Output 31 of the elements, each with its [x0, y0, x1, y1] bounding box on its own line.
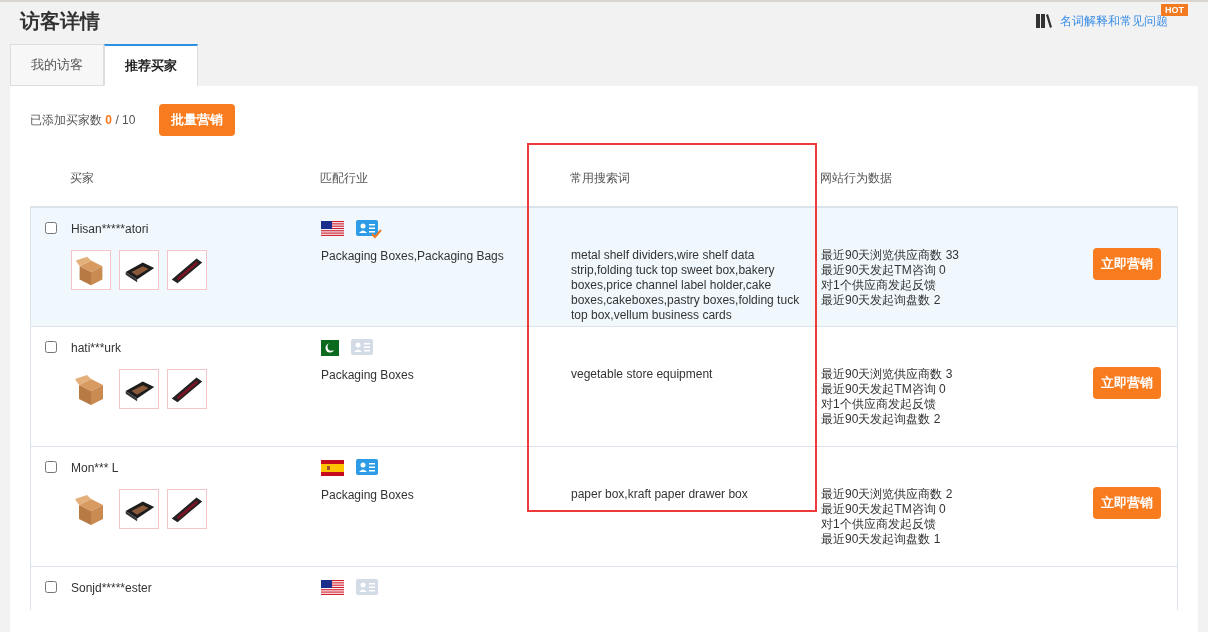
books-icon: [1036, 14, 1052, 28]
row-checkbox[interactable]: [45, 222, 57, 234]
column-header: 匹配行业: [320, 170, 369, 187]
search-terms: metal shelf dividers,wire shelf data strip,folding tuck top sweet box,bakery boxes,price channel label holder,cake boxes,cakeboxes,pastry boxes,folding tuck top box,vellum business cards: [571, 248, 801, 323]
search-terms: paper box,kraft paper drawer box: [571, 487, 749, 502]
market-now-button[interactable]: 立即营销: [1093, 487, 1161, 519]
behavior-stats: 最近90天浏览供应商数 3 最近90天发起TM咨询 0 对1个供应商发起反馈 最近90天发起询盘数 2: [821, 367, 954, 427]
behavior-stats: 最近90天浏览供应商数 2 最近90天发起TM咨询 0 对1个供应商发起反馈 最近90天发起询盘数 1: [821, 487, 954, 547]
tab[interactable]: 推荐买家: [104, 44, 198, 86]
column-header: 常用搜索词: [570, 170, 631, 187]
column-header: 网站行为数据: [820, 170, 893, 187]
added-buyers-count: 已添加买家数 0 / 10: [30, 112, 136, 129]
industry-text: Packaging Boxes,Packaging Bags: [321, 248, 505, 265]
market-now-button[interactable]: 立即营销: [1093, 248, 1161, 280]
behavior-stats: 最近90天浏览供应商数 33 最近90天发起TM咨询 0 对1个供应商发起反馈 最近90天发起询盘数 2: [821, 248, 961, 308]
page-title: 访客详情: [20, 9, 100, 34]
search-terms: vegetable store equipment: [571, 367, 714, 382]
industry-text: Packaging Boxes: [321, 487, 415, 504]
row-checkbox[interactable]: [45, 581, 57, 593]
buyer-name: Sonjd*****ester: [71, 580, 152, 597]
industry-text: Packaging Boxes: [321, 367, 415, 384]
buyer-name: Mon*** L: [71, 460, 120, 477]
column-header: 买家: [70, 170, 95, 187]
buyer-name: Hisan*****atori: [71, 221, 150, 238]
row-checkbox[interactable]: [45, 341, 57, 353]
tab[interactable]: 我的访客: [10, 44, 104, 86]
buyer-name: hati***urk: [71, 340, 123, 357]
row-checkbox[interactable]: [45, 461, 57, 473]
bulk-marketing-button[interactable]: 批量营销: [159, 104, 236, 136]
hot-badge: HOT: [1161, 4, 1188, 16]
market-now-button[interactable]: 立即营销: [1093, 367, 1161, 399]
